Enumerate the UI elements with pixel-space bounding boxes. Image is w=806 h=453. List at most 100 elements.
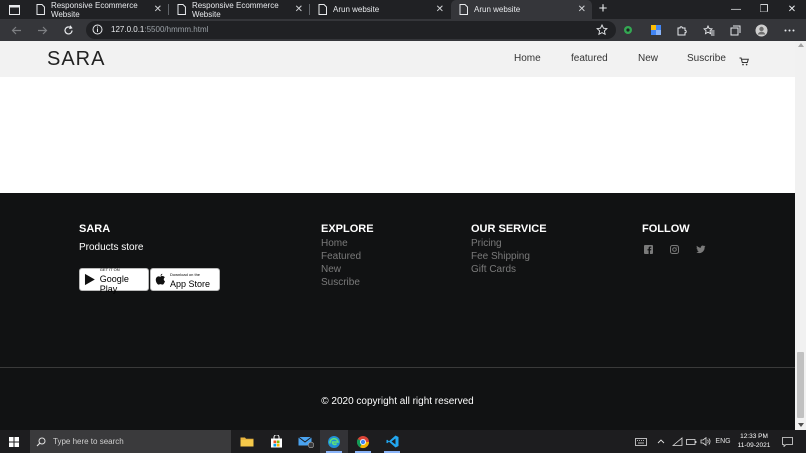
extension-green-icon[interactable] [620,22,636,38]
instagram-icon[interactable] [669,244,680,255]
tab-title: Responsive Ecommerce Website [191,0,279,19]
site-info-icon[interactable] [92,24,103,35]
nav-link-new[interactable]: New [638,53,658,64]
favorite-star-icon[interactable] [596,24,608,36]
copyright-text: © 2020 copyright all right reserved [321,396,474,407]
notification-center-icon[interactable] [778,430,796,453]
vscode-icon[interactable] [378,430,406,453]
mail-icon[interactable] [292,430,320,453]
app-store-big-text: App Store [170,278,211,289]
google-play-icon [84,273,95,286]
window-menu-icon[interactable] [6,3,22,16]
nav-link-home[interactable]: Home [514,53,541,64]
clock-date: 11-09-2021 [737,442,771,449]
file-explorer-icon[interactable] [233,430,261,453]
twitter-icon[interactable] [695,244,706,255]
microsoft-store-icon[interactable] [262,430,290,453]
apple-icon [155,273,165,285]
site-brand[interactable]: SARA [47,48,105,71]
tab-title: Arun website [474,5,521,14]
restore-button[interactable]: ❐ [750,0,778,19]
footer-explore-title: EXPLORE [321,223,374,235]
footer-service-title: OUR SERVICE [471,223,547,235]
footer-link-gift-cards[interactable]: Gift Cards [471,264,516,275]
tab-title: Arun website [333,5,380,14]
search-placeholder: Type here to search [53,437,124,446]
profile-avatar-icon[interactable] [753,22,769,38]
facebook-icon[interactable] [643,244,654,255]
tab-close-icon[interactable]: ✕ [436,3,444,16]
nav-link-featured[interactable]: featured [571,53,608,64]
back-button[interactable] [8,22,24,38]
page-scrollbar[interactable] [795,41,806,430]
url-text: 127.0.0.1:5500/hmmm.html [111,24,208,36]
reload-button[interactable] [60,22,76,38]
footer-brand-subtitle: Products store [79,242,144,253]
new-tab-button[interactable]: + [596,1,610,17]
battery-icon[interactable] [684,430,698,453]
tray-chevron-up-icon[interactable] [655,430,667,453]
extensions-puzzle-icon[interactable] [673,22,689,38]
network-icon[interactable] [670,430,684,453]
tab-responsive-ecommerce-1[interactable]: Responsive Ecommerce Website ✕ [28,0,168,19]
tab-close-icon[interactable]: ✕ [154,3,162,16]
more-menu-icon[interactable] [781,22,797,38]
google-play-button[interactable]: GET IT ON Google Play [79,266,149,294]
scroll-down-arrow-icon[interactable] [798,423,804,427]
tab-title: Responsive Ecommerce Website [50,0,138,19]
footer-link-featured[interactable]: Featured [321,251,361,262]
app-store-button[interactable]: Download on the App Store [150,268,220,291]
clock-time: 12:33 PM [740,433,768,440]
footer-brand-title: SARA [79,223,111,235]
windows-taskbar: Type here to search ENG 12:33 PM 11-09-2… [0,430,806,453]
footer-link-suscribe[interactable]: Suscribe [321,277,360,288]
google-play-big-text: Google Play [99,273,129,294]
forward-arrow-icon [37,26,47,34]
footer-divider [0,367,795,368]
tab-responsive-ecommerce-2[interactable]: Responsive Ecommerce Website ✕ [169,0,309,19]
input-language-indicator[interactable]: ENG [713,430,733,453]
edge-browser-icon[interactable] [320,430,348,453]
footer-link-new[interactable]: New [321,264,341,275]
start-button[interactable] [0,430,28,453]
page-viewport: SARA Home featured New Suscribe SARA Pro… [0,41,795,430]
close-window-button[interactable]: ✕ [778,0,806,19]
page-icon [177,4,186,15]
tab-close-icon[interactable]: ✕ [295,3,303,16]
nav-link-suscribe[interactable]: Suscribe [687,53,726,64]
address-bar[interactable]: 127.0.0.1:5500/hmmm.html [86,21,616,39]
taskbar-clock[interactable]: 12:33 PM 11-09-2021 [734,432,774,450]
page-icon [318,4,327,15]
volume-icon[interactable] [698,430,712,453]
forward-button[interactable] [34,22,50,38]
page-icon [459,4,468,15]
google-play-small-text: GET IT ON [99,266,120,272]
search-icon [36,437,46,446]
extension-colored-icon[interactable] [648,22,664,38]
footer-follow-title: FOLLOW [642,223,690,235]
footer-link-pricing[interactable]: Pricing [471,238,502,249]
page-icon [36,4,45,15]
favorites-icon[interactable] [701,22,717,38]
minimize-button[interactable]: — [722,0,750,19]
taskbar-search-box[interactable]: Type here to search [30,430,231,453]
url-host: 127.0.0.1 [111,25,145,34]
scrollbar-thumb[interactable] [797,352,804,418]
footer-link-home[interactable]: Home [321,238,348,249]
tab-arun-website-active[interactable]: Arun website ✕ [451,0,592,19]
windows-logo-icon [9,436,19,447]
browser-toolbar: 127.0.0.1:5500/hmmm.html [0,19,806,41]
cart-icon[interactable] [739,53,749,71]
keyboard-icon[interactable] [632,430,650,453]
scroll-up-arrow-icon[interactable] [798,43,804,47]
tab-close-icon[interactable]: ✕ [578,3,586,16]
collections-icon[interactable] [727,22,743,38]
url-path: :5500/hmmm.html [144,25,209,34]
app-store-small-text: Download on the [170,271,201,277]
footer-link-fee-shipping[interactable]: Fee Shipping [471,251,530,262]
reload-icon [63,24,73,35]
tab-arun-website-1[interactable]: Arun website ✕ [310,0,450,19]
back-arrow-icon [11,26,21,34]
chrome-browser-icon[interactable] [349,430,377,453]
site-navbar: SARA Home featured New Suscribe [0,41,795,77]
